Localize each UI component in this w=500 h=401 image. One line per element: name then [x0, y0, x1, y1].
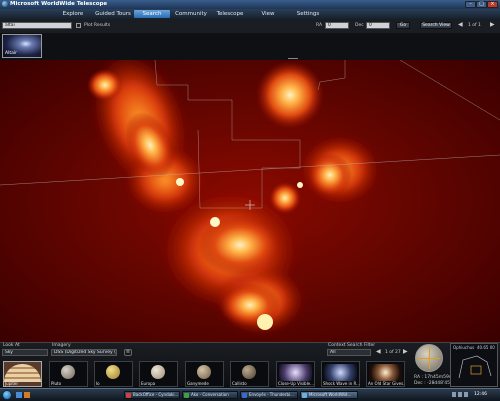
next-context-icon[interactable]: ▶: [403, 348, 408, 355]
window-title: Microsoft WorldWide Telescope: [10, 1, 108, 7]
menu-community[interactable]: Community: [172, 10, 210, 18]
context-filter-label: Context Search Filter: [328, 343, 376, 348]
tile-pluto[interactable]: Pluto: [49, 361, 88, 387]
tray-icon[interactable]: [458, 392, 462, 397]
plot-results-checkbox[interactable]: [76, 23, 81, 28]
tile-label: Ganymede: [187, 381, 209, 386]
pluto-image: [61, 365, 75, 379]
constellation-minimap[interactable]: Ophiuchus 40.65 00: [450, 343, 498, 387]
old-star-image: [369, 364, 402, 381]
tile-shock-wave[interactable]: Shock Wave in R...: [321, 361, 360, 387]
app-icon: [242, 393, 247, 398]
result-thumbnail-altair[interactable]: Altair: [2, 34, 42, 58]
tile-europa[interactable]: Europa: [139, 361, 178, 387]
clock[interactable]: 12:46: [474, 392, 487, 397]
taskbar-item-label: Ako - Conversation: [191, 392, 229, 397]
taskbar-item-worldwide-telescope[interactable]: Microsoft WorldWid...: [300, 391, 358, 399]
title-bar: Microsoft WorldWide Telescope – □ ×: [0, 0, 500, 9]
tile-old-star[interactable]: An Old Star Gives...: [366, 361, 405, 387]
tile-label: Pluto: [51, 381, 62, 386]
io-image: [106, 365, 120, 379]
dec-readout: Dec : -28d48'45": [414, 381, 453, 386]
tile-ganymede[interactable]: Ganymede: [185, 361, 224, 387]
tile-label: Jupiter: [5, 381, 19, 386]
fov-readout: 40.65 00: [477, 345, 495, 350]
tile-label: Shock Wave in R...: [323, 381, 360, 386]
tile-callisto[interactable]: Callisto: [230, 361, 269, 387]
menu-search[interactable]: Search: [134, 10, 170, 18]
app-icon: [302, 393, 307, 398]
tile-close-up-visible[interactable]: Close-Up Visible...: [276, 361, 315, 387]
dial-needle-h: [418, 358, 440, 359]
sky-view[interactable]: [0, 60, 500, 342]
ra-readout: RA : 17h45m59s: [414, 375, 452, 380]
europa-image: [151, 365, 165, 379]
search-results-panel: [0, 33, 500, 60]
dec-input[interactable]: 0: [366, 22, 390, 29]
taskbar: BackOffice - Cyndaki... Ako - Conversati…: [0, 388, 500, 401]
tray-icon[interactable]: [464, 392, 468, 397]
callisto-image: [242, 365, 256, 379]
app-icon: [184, 393, 189, 398]
look-at-label: Look At: [3, 343, 20, 348]
minimap-drawing: [458, 355, 492, 379]
jupiter-image: [4, 364, 41, 382]
imagery-options-icon[interactable]: ≡: [124, 349, 132, 356]
imagery-dropdown[interactable]: DSS (Digitized Sky Survey (O...: [51, 349, 117, 356]
plot-results-label: Plot Results: [84, 23, 111, 28]
menu-explore[interactable]: Explore: [54, 10, 92, 18]
tile-label: Callisto: [232, 381, 247, 386]
maximize-button[interactable]: □: [476, 1, 487, 8]
navigation-dial[interactable]: [415, 344, 443, 372]
context-filter-dropdown[interactable]: All: [327, 349, 371, 356]
ra-label: RA: [316, 23, 323, 28]
close-up-image: [279, 364, 312, 381]
constellation-name: Ophiuchus: [453, 345, 475, 350]
quicklaunch-icon[interactable]: [24, 392, 30, 398]
tile-label: Close-Up Visible...: [278, 381, 314, 386]
app-icon: [126, 393, 131, 398]
taskbar-item-label: Envoyés - Thunderbi...: [249, 392, 294, 397]
context-page-label: 1 of 27: [385, 350, 401, 355]
tray-icon[interactable]: [452, 392, 456, 397]
search-bar: altai Plot Results RA 0 Dec 0 Go Search …: [0, 19, 500, 34]
ra-input[interactable]: 0: [325, 22, 349, 29]
result-label: Altair: [5, 51, 17, 56]
taskbar-item-backoffice[interactable]: BackOffice - Cyndaki...: [124, 391, 180, 399]
minimize-button[interactable]: –: [465, 1, 476, 8]
close-button[interactable]: ×: [487, 1, 498, 8]
tile-label: Europa: [141, 381, 156, 386]
sky-image: [0, 60, 500, 342]
tile-label: Io: [96, 381, 100, 386]
taskbar-item-thunderbird[interactable]: Envoyés - Thunderbi...: [240, 391, 298, 399]
ganymede-image: [197, 365, 211, 379]
menu-telescope[interactable]: Telescope: [212, 10, 248, 18]
dec-label: Dec: [355, 23, 364, 28]
imagery-label: Imagery: [52, 343, 71, 348]
search-input[interactable]: altai: [2, 22, 72, 29]
shock-wave-image: [324, 364, 357, 381]
app-icon: [2, 1, 8, 7]
tile-jupiter[interactable]: Jupiter: [3, 361, 42, 387]
menu-view[interactable]: View: [252, 10, 284, 18]
go-button[interactable]: Go: [396, 22, 410, 29]
next-page-icon[interactable]: ▶: [490, 21, 495, 28]
menu-settings[interactable]: Settings: [290, 10, 326, 18]
tile-label: An Old Star Gives...: [368, 381, 405, 386]
quicklaunch-icon[interactable]: [16, 392, 22, 398]
prev-context-icon[interactable]: ◀: [376, 348, 381, 355]
look-at-dropdown[interactable]: Sky: [2, 349, 48, 356]
taskbar-item-label: BackOffice - Cyndaki...: [133, 392, 179, 397]
prev-page-icon[interactable]: ◀: [458, 21, 463, 28]
start-button[interactable]: [2, 390, 12, 400]
taskbar-item-label: Microsoft WorldWid...: [309, 392, 352, 397]
search-view-button[interactable]: Search View: [420, 22, 452, 29]
menu-guided-tours[interactable]: Guided Tours: [92, 10, 134, 18]
results-page-label: 1 of 1: [468, 23, 481, 28]
taskbar-item-ako[interactable]: Ako - Conversation: [182, 391, 238, 399]
tile-io[interactable]: Io: [94, 361, 133, 387]
